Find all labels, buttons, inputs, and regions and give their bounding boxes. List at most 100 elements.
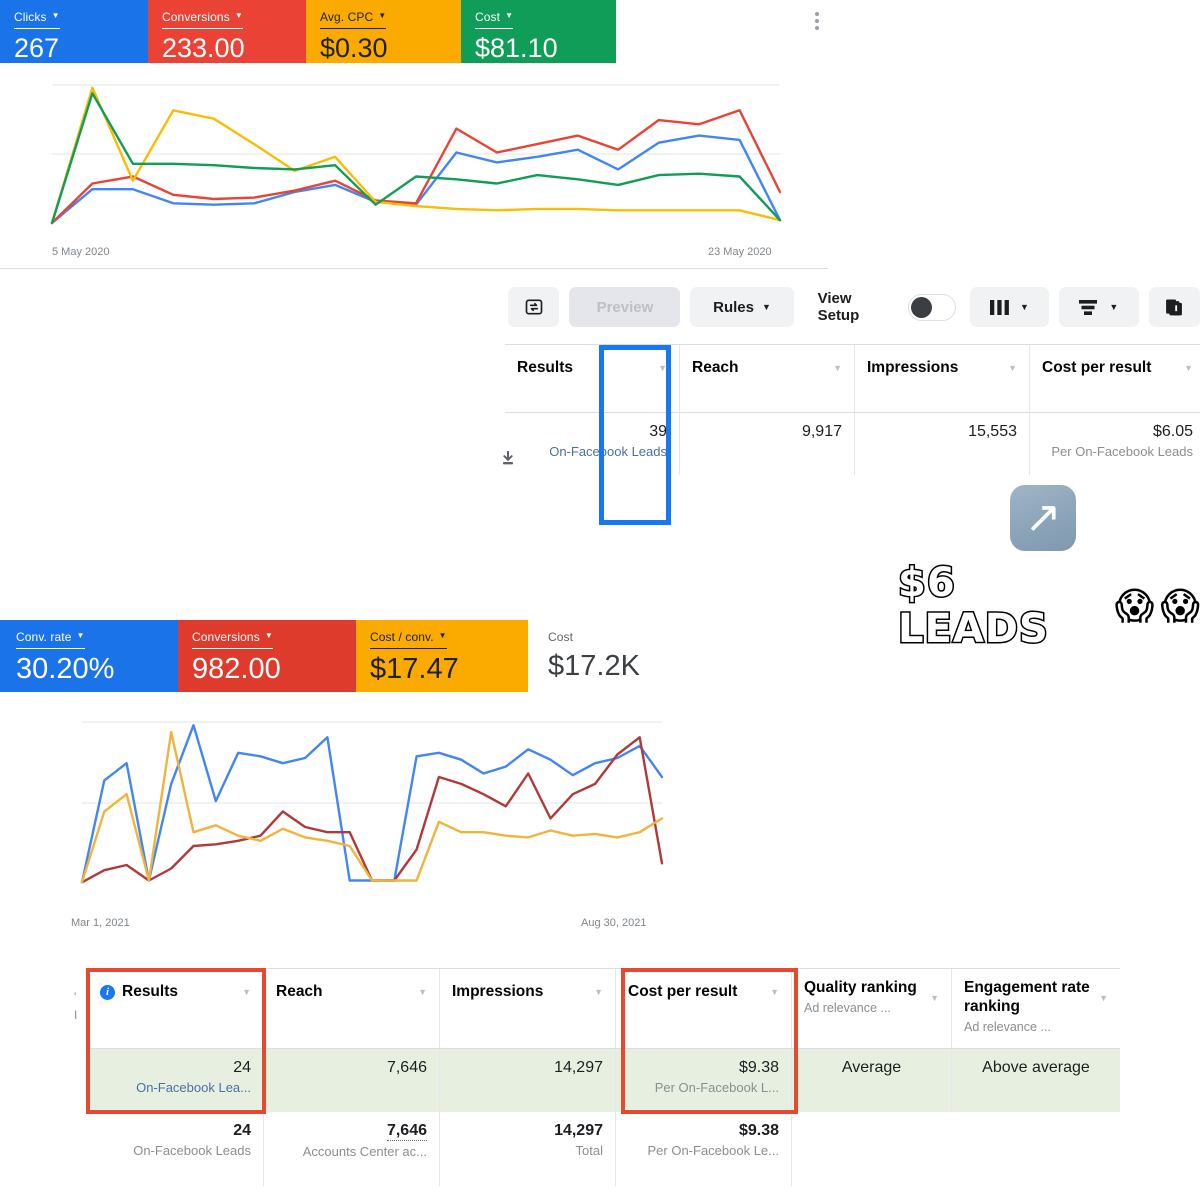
chevron-down-icon[interactable]: ▼ bbox=[1099, 993, 1108, 1003]
cell-quality-ranking-value: Average bbox=[841, 1059, 902, 1076]
cell-results: 39 On-Facebook Leads bbox=[505, 413, 680, 475]
chevron-down-icon[interactable]: ▼ bbox=[1008, 363, 1017, 373]
cell-cost-per-result-total: $9.38 Per On-Facebook Le... bbox=[616, 1112, 792, 1186]
facebook-ads-table-top: Results ▼ Reach ▼ Impressions ▼ Cost per… bbox=[505, 344, 1200, 475]
cell-impressions-value: 14,297 bbox=[554, 1059, 603, 1076]
up-right-arrow-icon: ↗ bbox=[1010, 485, 1076, 551]
chevron-down-icon: ▼ bbox=[264, 631, 273, 640]
chevron-down-icon[interactable]: ▼ bbox=[242, 987, 251, 997]
more-options-icon[interactable] bbox=[815, 12, 819, 30]
column-header-cost-per-result[interactable]: Cost per result ▼ bbox=[616, 969, 792, 1049]
column-header-impressions[interactable]: Impressions ▼ bbox=[855, 345, 1030, 413]
column-header-reach[interactable]: Reach ▼ bbox=[264, 969, 440, 1049]
cell-reach-value: 7,646 bbox=[386, 1059, 427, 1076]
table-row[interactable]: 24 On-Facebook Lea... 7,646 14,297 $9.38… bbox=[88, 1049, 1120, 1112]
scorecard-conversions-2[interactable]: Conversions ▼ 982.00 bbox=[178, 620, 356, 692]
chevron-down-icon: ▼ bbox=[51, 11, 60, 20]
info-icon[interactable]: i bbox=[100, 984, 115, 1000]
chevron-down-icon[interactable]: ▼ bbox=[1184, 363, 1193, 373]
cell-engagement-rate-ranking-value: Above average bbox=[982, 1059, 1090, 1076]
reports-button[interactable] bbox=[1148, 287, 1200, 327]
chart-top-x-start-label: 5 May 2020 bbox=[52, 246, 110, 258]
preview-button-label: Preview bbox=[596, 298, 654, 316]
table-row[interactable]: 39 On-Facebook Leads 9,917 15,553 $6.05 … bbox=[505, 413, 1200, 475]
breakdown-button[interactable]: ▼ bbox=[1059, 287, 1139, 327]
scorecard-cost-per-conv-label-text: Cost / conv. bbox=[370, 630, 434, 644]
view-setup-control[interactable]: View Setup bbox=[804, 287, 960, 327]
cell-quality-ranking-total bbox=[792, 1112, 952, 1186]
truncated-left-column-text: ' I bbox=[74, 990, 78, 1022]
edit-toggle-button[interactable] bbox=[508, 287, 560, 327]
column-header-engagement-rate-ranking-stack: Engagement rate ranking Ad relevance ... bbox=[964, 979, 1099, 1034]
chevron-down-icon[interactable]: ▼ bbox=[594, 987, 603, 997]
scorecard-avg-cpc-label[interactable]: Avg. CPC ▼ bbox=[320, 10, 387, 29]
cell-reach-value: 9,917 bbox=[801, 423, 842, 440]
scorecard-avg-cpc[interactable]: Avg. CPC ▼ $0.30 bbox=[306, 0, 461, 63]
scorecard-cost-label[interactable]: Cost ▼ bbox=[475, 10, 514, 29]
cell-results-sub[interactable]: On-Facebook Lea... bbox=[136, 1080, 251, 1095]
columns-button[interactable]: ▼ bbox=[969, 287, 1050, 327]
dot bbox=[815, 26, 819, 30]
dot bbox=[815, 19, 819, 23]
dot bbox=[815, 12, 819, 16]
scorecard-conv-rate[interactable]: Conv. rate ▼ 30.20% bbox=[0, 620, 178, 692]
cell-impressions-value: 15,553 bbox=[968, 423, 1017, 440]
scorecard-clicks[interactable]: Clicks ▼ 267 bbox=[0, 0, 148, 63]
column-header-engagement-rate-ranking-sub: Ad relevance ... bbox=[964, 1019, 1051, 1034]
scorecard-cost[interactable]: Cost ▼ $81.10 bbox=[461, 0, 616, 63]
view-setup-toggle[interactable] bbox=[908, 293, 956, 321]
cell-results-total: 24 On-Facebook Leads bbox=[88, 1112, 264, 1186]
column-header-cost-per-result-label: Cost per result bbox=[1042, 359, 1152, 376]
scorecard-conversions[interactable]: Conversions ▼ 233.00 bbox=[148, 0, 306, 63]
cell-impressions-total: 14,297 Total bbox=[440, 1112, 616, 1186]
column-header-results[interactable]: Results ▼ bbox=[505, 345, 680, 413]
chevron-down-icon[interactable]: ▼ bbox=[770, 987, 779, 997]
cell-results: 24 On-Facebook Lea... bbox=[88, 1049, 264, 1112]
column-header-engagement-rate-ranking[interactable]: Engagement rate ranking Ad relevance ...… bbox=[952, 969, 1120, 1049]
chevron-down-icon[interactable]: ▼ bbox=[658, 363, 667, 373]
scorecard-conv-rate-value: 30.20% bbox=[16, 653, 115, 685]
column-header-reach[interactable]: Reach ▼ bbox=[680, 345, 855, 413]
scorecard-cost-value: $81.10 bbox=[475, 33, 558, 63]
cell-results-value: 39 bbox=[649, 423, 667, 440]
column-header-results[interactable]: i Results ▼ bbox=[88, 969, 264, 1049]
rules-button[interactable]: Rules ▼ bbox=[690, 287, 794, 327]
cell-results-sub[interactable]: On-Facebook Leads bbox=[549, 444, 667, 459]
cell-cost-per-result-total-sub: Per On-Facebook Le... bbox=[647, 1143, 779, 1158]
scorecard-conversions-label[interactable]: Conversions ▼ bbox=[162, 10, 243, 29]
column-header-cost-per-result[interactable]: Cost per result ▼ bbox=[1030, 345, 1200, 413]
chevron-down-icon: ▼ bbox=[76, 631, 85, 640]
scorecard-cost-per-conv[interactable]: Cost / conv. ▼ $17.47 bbox=[356, 620, 528, 692]
line-chart-bottom bbox=[80, 721, 664, 884]
google-ads-scorecard-top: Clicks ▼ 267 Conversions ▼ 233.00 Avg. C… bbox=[0, 0, 616, 63]
toggle-knob bbox=[911, 296, 933, 318]
chart-bottom-x-end-label: Aug 30, 2021 bbox=[581, 917, 647, 929]
cell-results-total-value: 24 bbox=[233, 1122, 251, 1139]
chart-bottom-x-start-label: Mar 1, 2021 bbox=[71, 917, 130, 929]
cell-results-total-sub: On-Facebook Leads bbox=[133, 1143, 251, 1158]
scorecard-conversions-2-label[interactable]: Conversions ▼ bbox=[192, 630, 273, 649]
scorecard-clicks-label[interactable]: Clicks ▼ bbox=[14, 10, 60, 29]
column-header-quality-ranking[interactable]: Quality ranking Ad relevance ... ▼ bbox=[792, 969, 952, 1049]
scorecard-avg-cpc-value: $0.30 bbox=[320, 33, 388, 63]
columns-icon bbox=[990, 299, 1009, 315]
facebook-ads-table-bottom: i Results ▼ Reach ▼ Impressions ▼ Cost p bbox=[88, 968, 1120, 1186]
column-header-cost-per-result-main: Cost per result bbox=[628, 983, 737, 1001]
scorecard-cost-2[interactable]: Cost $17.2K bbox=[528, 620, 708, 692]
cell-cost-per-result-value: $9.38 bbox=[738, 1059, 779, 1076]
column-header-reach-main: Reach bbox=[276, 983, 323, 1001]
scorecard-cost-label-text: Cost bbox=[475, 10, 501, 24]
scorecard-conv-rate-label[interactable]: Conv. rate ▼ bbox=[16, 630, 85, 649]
cell-cost-per-result: $9.38 Per On-Facebook L... bbox=[616, 1049, 792, 1112]
scorecard-cost-per-conv-label[interactable]: Cost / conv. ▼ bbox=[370, 630, 447, 649]
chevron-down-icon[interactable]: ▼ bbox=[930, 993, 939, 1003]
facebook-ads-toolbar: Preview Rules ▼ View Setup ▼ ▼ bbox=[508, 287, 1200, 327]
cell-cost-per-result-value: $6.05 bbox=[1152, 423, 1193, 440]
chevron-down-icon[interactable]: ▼ bbox=[833, 363, 842, 373]
cell-impressions: 14,297 bbox=[440, 1049, 616, 1112]
preview-button[interactable]: Preview bbox=[569, 287, 681, 327]
chevron-down-icon[interactable]: ▼ bbox=[418, 987, 427, 997]
cell-reach: 7,646 bbox=[264, 1049, 440, 1112]
scorecard-cost-2-value: $17.2K bbox=[548, 650, 640, 682]
column-header-impressions[interactable]: Impressions ▼ bbox=[440, 969, 616, 1049]
